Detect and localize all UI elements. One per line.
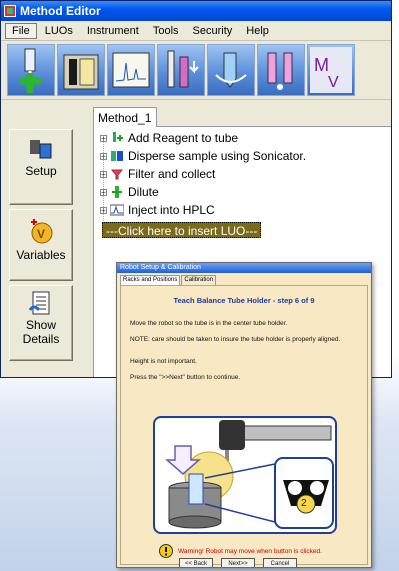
tab-calibration[interactable]: Calibration bbox=[181, 275, 217, 285]
warning-row: Warning! Robot may move when button is c… bbox=[159, 544, 322, 558]
continue-line: Press the ">>Next" button to continue. bbox=[130, 374, 241, 381]
step-title: Teach Balance Tube Holder - step 6 of 9 bbox=[173, 296, 315, 305]
menu-help[interactable]: Help bbox=[240, 24, 275, 38]
back-button[interactable]: << Back bbox=[179, 558, 213, 567]
sonicator-icon bbox=[110, 150, 124, 162]
show-details-button[interactable]: Show Details bbox=[9, 285, 73, 361]
scanner-icon[interactable] bbox=[57, 44, 105, 96]
variables-label: Variables bbox=[16, 248, 66, 262]
tab-racks-and-positions[interactable]: Racks and Positions bbox=[120, 275, 181, 285]
menu-tools[interactable]: Tools bbox=[147, 24, 185, 38]
tube-holder-illustration: 2 bbox=[153, 416, 337, 534]
tree-item-add-reagent[interactable]: + Add Reagent to tube bbox=[100, 130, 238, 146]
tree-item-dilute[interactable]: + Dilute bbox=[100, 184, 159, 200]
cancel-button[interactable]: Cancel bbox=[263, 558, 297, 567]
tree-item-disperse[interactable]: + Disperse sample using Sonicator. bbox=[100, 148, 306, 164]
warning-icon bbox=[159, 544, 173, 558]
expand-icon[interactable]: + bbox=[100, 188, 107, 196]
tree-item-inject[interactable]: + Inject into HPLC bbox=[100, 202, 215, 218]
svg-text:V: V bbox=[328, 74, 339, 91]
window-title: Method Editor bbox=[20, 4, 101, 18]
expand-icon[interactable]: + bbox=[100, 152, 107, 160]
svg-text:M: M bbox=[314, 55, 329, 75]
dialog-tabs: Racks and Positions Calibration bbox=[117, 275, 371, 285]
mixer-icon[interactable] bbox=[207, 44, 255, 96]
next-button[interactable]: Next>> bbox=[221, 558, 255, 567]
height-line: Height is not important. bbox=[130, 358, 197, 365]
menu-file[interactable]: File bbox=[5, 22, 37, 39]
tree-item-filter[interactable]: + Filter and collect bbox=[100, 166, 215, 182]
holder-position-number: 2 bbox=[301, 498, 307, 509]
pipette-icon[interactable] bbox=[257, 44, 305, 96]
tree-item-label: Filter and collect bbox=[128, 167, 216, 181]
filter-icon bbox=[110, 168, 124, 180]
hplc-icon[interactable] bbox=[107, 44, 155, 96]
add-reagent-icon bbox=[110, 132, 124, 144]
add-reagent-icon[interactable] bbox=[7, 44, 55, 96]
app-icon bbox=[4, 5, 16, 17]
menu-instrument[interactable]: Instrument bbox=[81, 24, 145, 38]
tree-item-label: Disperse sample using Sonicator. bbox=[128, 149, 307, 163]
show-details-icon bbox=[10, 290, 72, 316]
setup-label: Setup bbox=[25, 164, 57, 178]
instruction-line: Move the robot so the tube is in the cen… bbox=[130, 320, 288, 327]
svg-text:V: V bbox=[37, 227, 45, 241]
setup-icon bbox=[10, 138, 72, 160]
mv-icon[interactable]: MV bbox=[307, 44, 355, 96]
dilute-icon bbox=[110, 186, 124, 198]
note-line: NOTE: care should be taken to insure the… bbox=[130, 336, 341, 343]
variables-icon: V bbox=[10, 218, 72, 244]
expand-icon[interactable]: + bbox=[100, 170, 107, 178]
robot-setup-dialog: Robot Setup & Calibration Racks and Posi… bbox=[116, 262, 372, 568]
dispense-icon[interactable] bbox=[157, 44, 205, 96]
title-bar[interactable]: Method Editor bbox=[1, 1, 391, 21]
warning-text: Warning! Robot may move when button is c… bbox=[178, 547, 322, 555]
hplc-icon bbox=[110, 204, 124, 216]
tree-item-label: Inject into HPLC bbox=[128, 203, 215, 217]
expand-icon[interactable]: + bbox=[100, 206, 107, 214]
insert-luo-button[interactable]: ---Click here to insert LUO--- bbox=[102, 222, 262, 238]
menu-luos[interactable]: LUOs bbox=[39, 24, 79, 38]
tree-item-label: Dilute bbox=[128, 185, 159, 199]
variables-button[interactable]: V Variables bbox=[9, 209, 73, 281]
tree-item-label: Add Reagent to tube bbox=[128, 131, 239, 145]
toolbar: MV bbox=[1, 41, 391, 100]
dialog-title[interactable]: Robot Setup & Calibration bbox=[117, 263, 371, 273]
tab-method-1[interactable]: Method_1 bbox=[93, 107, 157, 127]
expand-icon[interactable]: + bbox=[100, 134, 107, 142]
menu-bar: File LUOs Instrument Tools Security Help bbox=[1, 21, 391, 41]
setup-button[interactable]: Setup bbox=[9, 129, 73, 205]
show-details-label: Show Details bbox=[22, 318, 60, 346]
dialog-body: Teach Balance Tube Holder - step 6 of 9 … bbox=[120, 285, 368, 567]
menu-security[interactable]: Security bbox=[187, 24, 239, 38]
